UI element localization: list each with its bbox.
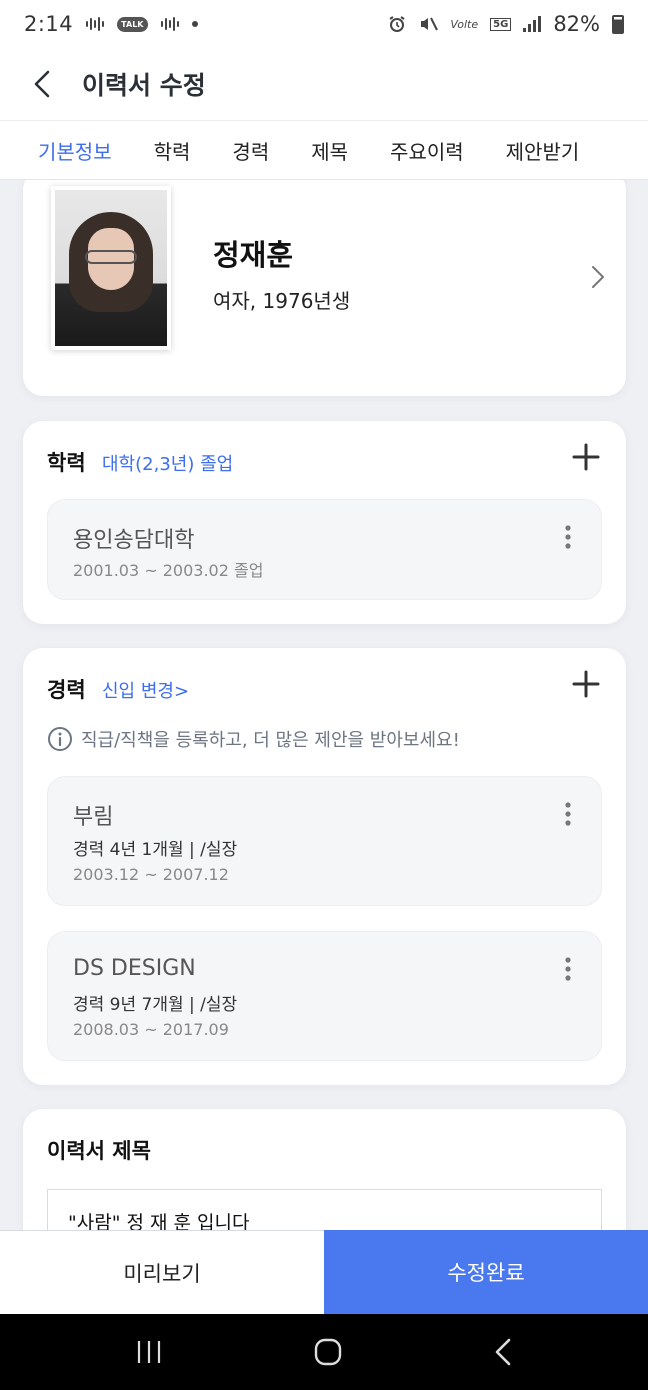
system-back-icon[interactable] xyxy=(493,1337,513,1367)
more-options-icon[interactable] xyxy=(559,956,577,982)
back-button[interactable] xyxy=(0,48,80,120)
alarm-icon xyxy=(388,15,406,33)
more-options-icon[interactable] xyxy=(559,524,577,550)
experience-date: 2008.03 ~ 2017.09 xyxy=(73,1020,229,1039)
battery-icon xyxy=(612,14,624,34)
page-title: 이력서 수정 xyxy=(82,71,206,100)
experience-info-text: 직급/직책을 등록하고, 더 많은 제안을 받아보세요! xyxy=(81,730,460,751)
tab-major-history[interactable]: 주요이력 xyxy=(390,136,464,165)
change-to-newcomer-link[interactable]: 신입 변경> xyxy=(102,677,189,703)
tab-experience[interactable]: 경력 xyxy=(232,136,269,165)
chevron-left-icon xyxy=(34,70,50,98)
education-date: 2001.03 ~ 2003.02 졸업 xyxy=(73,561,264,580)
add-experience-button[interactable] xyxy=(568,666,604,702)
education-card: 학력 대학(2,3년) 졸업 용인송담대학 2001.03 ~ 2003.02 … xyxy=(23,421,626,624)
experience-card: 경력 신입 변경> 직급/직책을 등록하고, 더 많은 제안을 받아보세요! 부… xyxy=(23,648,626,1085)
resume-title-input[interactable]: "사람" 정 재 훈 입니다 xyxy=(47,1189,602,1230)
audio-wave-icon-2 xyxy=(160,16,180,32)
school-name: 용인송담대학 xyxy=(73,528,195,553)
tab-title[interactable]: 제목 xyxy=(311,136,348,165)
experience-title: 경력 xyxy=(47,678,86,702)
status-left: 2:14 TALK xyxy=(24,12,198,36)
bottom-action-bar: 미리보기 수정완료 xyxy=(0,1230,648,1314)
network-5g-icon: 5G xyxy=(490,17,512,31)
chevron-right-icon[interactable] xyxy=(590,264,606,290)
company-name: DS DESIGN xyxy=(73,956,196,981)
education-item[interactable]: 용인송담대학 2001.03 ~ 2003.02 졸업 xyxy=(47,499,602,600)
more-options-icon[interactable] xyxy=(559,801,577,827)
app-header: 이력서 수정 xyxy=(0,48,648,120)
experience-item[interactable]: DS DESIGN 경력 9년 7개월 | /실장 2008.03 ~ 2017… xyxy=(47,931,602,1061)
info-icon xyxy=(48,727,72,751)
mute-icon xyxy=(418,15,439,33)
experience-date: 2003.12 ~ 2007.12 xyxy=(73,865,229,884)
status-bar: 2:14 TALK Volte 5G 82% xyxy=(0,0,648,48)
tab-education[interactable]: 학력 xyxy=(154,136,191,165)
add-education-button[interactable] xyxy=(568,439,604,475)
system-nav-bar xyxy=(0,1314,648,1390)
experience-info: 직급/직책을 등록하고, 더 많은 제안을 받아보세요! xyxy=(47,726,460,752)
profile-card[interactable]: 정재훈 여자, 1976년생 xyxy=(23,180,626,396)
profile-name: 정재훈 xyxy=(213,238,294,272)
status-time: 2:14 xyxy=(24,12,74,36)
experience-item[interactable]: 부림 경력 4년 1개월 | /실장 2003.12 ~ 2007.12 xyxy=(47,776,602,906)
signal-icon xyxy=(523,16,542,32)
profile-photo xyxy=(51,186,171,350)
audio-wave-icon xyxy=(85,16,105,32)
kakaotalk-icon: TALK xyxy=(117,16,148,32)
experience-summary: 경력 9년 7개월 | /실장 xyxy=(73,995,238,1015)
profile-details: 여자, 1976년생 xyxy=(213,289,351,313)
tab-bar: 기본정보 학력 경력 제목 주요이력 제안받기 xyxy=(0,120,648,180)
status-right: Volte 5G 82% xyxy=(388,12,624,36)
preview-button[interactable]: 미리보기 xyxy=(0,1230,324,1314)
home-icon[interactable] xyxy=(313,1337,343,1367)
notification-dot-icon xyxy=(191,21,198,27)
save-button[interactable]: 수정완료 xyxy=(324,1230,648,1314)
recent-apps-icon[interactable] xyxy=(135,1339,163,1365)
battery-percent: 82% xyxy=(553,12,600,36)
resume-title-heading: 이력서 제목 xyxy=(47,1139,151,1163)
company-name: 부림 xyxy=(73,805,114,830)
tab-basic-info[interactable]: 기본정보 xyxy=(38,136,112,165)
tab-receive-offers[interactable]: 제안받기 xyxy=(506,136,580,165)
education-title: 학력 xyxy=(47,451,86,475)
experience-summary: 경력 4년 1개월 | /실장 xyxy=(73,840,238,860)
volte-icon: Volte xyxy=(450,17,479,31)
profile-photo-image xyxy=(55,190,167,346)
resume-title-card: 이력서 제목 "사람" 정 재 훈 입니다 xyxy=(23,1109,626,1230)
scroll-content[interactable]: 정재훈 여자, 1976년생 학력 대학(2,3년) 졸업 용인송담대학 200… xyxy=(0,180,648,1230)
education-level: 대학(2,3년) 졸업 xyxy=(102,454,234,475)
